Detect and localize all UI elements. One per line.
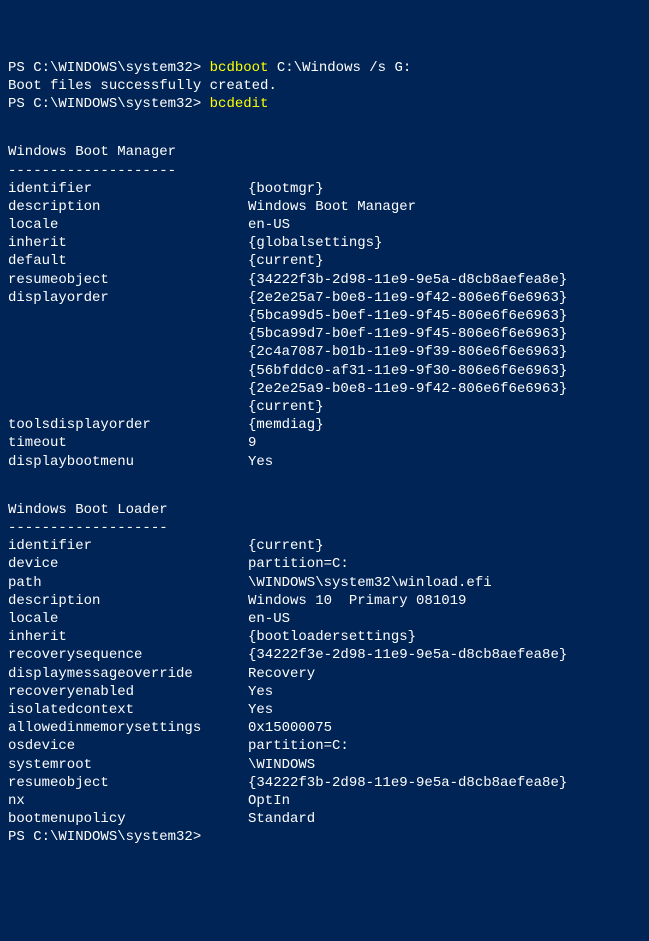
command-args: C:\Windows /s G: [277, 60, 411, 76]
value: {bootloadersettings} [248, 628, 641, 646]
key: toolsdisplayorder [8, 416, 248, 434]
value: 0x15000075 [248, 719, 641, 737]
value: Yes [248, 453, 641, 471]
key: osdevice [8, 737, 248, 755]
command-bcdboot: bcdboot [210, 60, 277, 76]
key: displaymessageoverride [8, 665, 248, 683]
kv-isolatedcontext: isolatedcontextYes [8, 701, 641, 719]
value: {2e2e25a7-b0e8-11e9-9f42-806e6f6e6963} [248, 289, 641, 307]
key: nx [8, 792, 248, 810]
key: recoverysequence [8, 646, 248, 664]
kv-locale: localeen-US [8, 216, 641, 234]
key: device [8, 555, 248, 573]
kv-path: path\WINDOWS\system32\winload.efi [8, 574, 641, 592]
value: {globalsettings} [248, 234, 641, 252]
key: isolatedcontext [8, 701, 248, 719]
value: Recovery [248, 665, 641, 683]
key: description [8, 198, 248, 216]
kv-toolsdisplayorder: toolsdisplayorder{memdiag} [8, 416, 641, 434]
value: en-US [248, 216, 641, 234]
ps-prompt: PS C:\WINDOWS\system32> [8, 60, 210, 76]
section-boot-manager: Windows Boot Manager [8, 143, 641, 161]
value: {bootmgr} [248, 180, 641, 198]
value: en-US [248, 610, 641, 628]
kv-osdevice: osdevicepartition=C: [8, 737, 641, 755]
key: displaybootmenu [8, 453, 248, 471]
kv-description: descriptionWindows 10 Primary 081019 [8, 592, 641, 610]
kv-identifier: identifier{bootmgr} [8, 180, 641, 198]
value: Yes [248, 683, 641, 701]
value: partition=C: [248, 555, 641, 573]
key: inherit [8, 234, 248, 252]
kv-inherit: inherit{bootloadersettings} [8, 628, 641, 646]
value: \WINDOWS [248, 756, 641, 774]
ps-prompt: PS C:\WINDOWS\system32> [8, 96, 210, 112]
kv-allowedinmemorysettings: allowedinmemorysettings0x15000075 [8, 719, 641, 737]
kv-displayorder: displayorder{2e2e25a7-b0e8-11e9-9f42-806… [8, 289, 641, 307]
kv-locale: localeen-US [8, 610, 641, 628]
displayorder-item: {2e2e25a9-b0e8-11e9-9f42-806e6f6e6963} [8, 380, 641, 398]
key: displayorder [8, 289, 248, 307]
divider: ------------------- [8, 519, 641, 537]
value: Yes [248, 701, 641, 719]
kv-systemroot: systemroot\WINDOWS [8, 756, 641, 774]
value: {34222f3b-2d98-11e9-9e5a-d8cb8aefea8e} [248, 271, 641, 289]
command-bcdedit: bcdedit [210, 96, 269, 112]
value: OptIn [248, 792, 641, 810]
ps-prompt-active[interactable]: PS C:\WINDOWS\system32> [8, 829, 201, 845]
value: {current} [248, 537, 641, 555]
kv-resumeobject: resumeobject{34222f3b-2d98-11e9-9e5a-d8c… [8, 271, 641, 289]
kv-timeout: timeout9 [8, 434, 641, 452]
key: default [8, 252, 248, 270]
kv-displaymessageoverride: displaymessageoverrideRecovery [8, 665, 641, 683]
key: recoveryenabled [8, 683, 248, 701]
kv-recoverysequence: recoverysequence{34222f3e-2d98-11e9-9e5a… [8, 646, 641, 664]
key: locale [8, 216, 248, 234]
value: {34222f3b-2d98-11e9-9e5a-d8cb8aefea8e} [248, 774, 641, 792]
kv-device: devicepartition=C: [8, 555, 641, 573]
divider: -------------------- [8, 162, 641, 180]
terminal-output: PS C:\WINDOWS\system32> bcdboot C:\Windo… [8, 59, 641, 847]
value: {34222f3e-2d98-11e9-9e5a-d8cb8aefea8e} [248, 646, 641, 664]
key: timeout [8, 434, 248, 452]
kv-recoveryenabled: recoveryenabledYes [8, 683, 641, 701]
key: systemroot [8, 756, 248, 774]
key: path [8, 574, 248, 592]
value: {memdiag} [248, 416, 641, 434]
value: Windows 10 Primary 081019 [248, 592, 641, 610]
value: 9 [248, 434, 641, 452]
kv-displaybootmenu: displaybootmenuYes [8, 453, 641, 471]
kv-identifier: identifier{current} [8, 537, 641, 555]
value: Windows Boot Manager [248, 198, 641, 216]
kv-nx: nxOptIn [8, 792, 641, 810]
key: identifier [8, 180, 248, 198]
displayorder-item: {2c4a7087-b01b-11e9-9f39-806e6f6e6963} [8, 343, 641, 361]
output-success: Boot files successfully created. [8, 78, 277, 94]
key: locale [8, 610, 248, 628]
kv-description: descriptionWindows Boot Manager [8, 198, 641, 216]
value: partition=C: [248, 737, 641, 755]
kv-bootmenupolicy: bootmenupolicyStandard [8, 810, 641, 828]
key: resumeobject [8, 774, 248, 792]
displayorder-item: {current} [8, 398, 641, 416]
value: Standard [248, 810, 641, 828]
displayorder-item: {5bca99d7-b0ef-11e9-9f45-806e6f6e6963} [8, 325, 641, 343]
value: \WINDOWS\system32\winload.efi [248, 574, 641, 592]
displayorder-item: {56bfddc0-af31-11e9-9f30-806e6f6e6963} [8, 362, 641, 380]
key: description [8, 592, 248, 610]
displayorder-item: {5bca99d5-b0ef-11e9-9f45-806e6f6e6963} [8, 307, 641, 325]
key: resumeobject [8, 271, 248, 289]
kv-inherit: inherit{globalsettings} [8, 234, 641, 252]
section-boot-loader: Windows Boot Loader [8, 501, 641, 519]
kv-default: default{current} [8, 252, 641, 270]
key: identifier [8, 537, 248, 555]
key: bootmenupolicy [8, 810, 248, 828]
key: allowedinmemorysettings [8, 719, 248, 737]
value: {current} [248, 252, 641, 270]
key: inherit [8, 628, 248, 646]
kv-resumeobject: resumeobject{34222f3b-2d98-11e9-9e5a-d8c… [8, 774, 641, 792]
